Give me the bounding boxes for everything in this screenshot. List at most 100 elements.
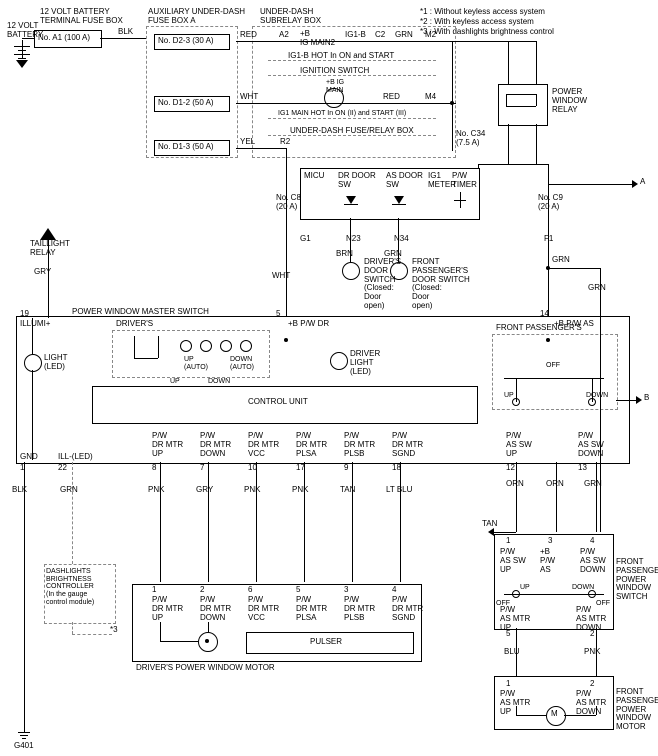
taillight-relay-icon (40, 228, 56, 240)
g401-label: G401 (14, 742, 34, 751)
fuse-d23: No. D2-3 (30 A) (158, 37, 214, 46)
term-illumi: ILLUMI+ (20, 320, 50, 329)
f1-label: F1 (544, 235, 553, 244)
mt-dr-mtr-sgnd: P/W DR MTR SGND (392, 596, 423, 622)
ps-4: 4 (590, 537, 594, 546)
term-22: 22 (58, 464, 67, 473)
front-pass-door-switch-label: FRONT PASSENGER'S DOOR SWITCH (Closed: D… (412, 258, 470, 311)
up-auto: UP (AUTO) (184, 356, 208, 371)
wiring-diagram: *1 : Without keyless access system *2 : … (0, 0, 658, 756)
n34-label: N34 (394, 235, 409, 244)
fuse-c9: No. C9 (20 A) (538, 194, 563, 212)
mt-6: 6 (248, 586, 252, 595)
wire-gry-tl: GRY (34, 268, 51, 277)
driver-light-led-icon (330, 352, 348, 370)
ignition-switch: IGNITION SWITCH (300, 67, 369, 76)
light-led-label: LIGHT (LED) (44, 354, 68, 372)
up-label: UP (170, 378, 180, 386)
ps-b2: 2 (590, 630, 594, 639)
wire-orn-2: ORN (546, 480, 564, 489)
pin-m2: M2 (425, 31, 436, 40)
light-led-icon (24, 354, 42, 372)
auto-sw-icon-2 (200, 340, 212, 352)
wire-pnk-1: PNK (148, 486, 164, 495)
battery-ground-icon (16, 60, 28, 68)
term-ill-led: ILL-(LED) (58, 453, 93, 462)
fuse-d13: No. D1-3 (50 A) (158, 143, 214, 152)
term-12: 12 (506, 464, 515, 473)
pin-m4: M4 (425, 93, 436, 102)
ig1-main-hot: IG1 MAIN HOT In ON (II) and START (III) (278, 110, 406, 118)
wire-grn-ill: GRN (60, 486, 78, 495)
pin-a2: A2 (279, 31, 289, 40)
mt-dr-mtr-plsb: P/W DR MTR PLSB (344, 596, 375, 622)
front-pass-door-switch-icon (390, 262, 408, 280)
pass-motor-title: FRONT PASSENGER'S POWER WINDOW MOTOR (616, 688, 658, 732)
sig-dr-mtr-sgnd: P/W DR MTR SGND (392, 432, 423, 458)
wire-wht-1: WHT (240, 93, 258, 102)
batt-label: 12 VOLT BATTERY (7, 22, 43, 40)
pm-2: 2 (590, 680, 594, 689)
as-door-sw: AS DOOR SW (386, 172, 423, 190)
ref-arrow-b (636, 396, 642, 404)
ps-contact-1 (512, 590, 520, 598)
power-window-relay-label: POWER WINDOW RELAY (552, 88, 587, 114)
mt-dr-mtr-vcc: P/W DR MTR VCC (248, 596, 279, 622)
drivers-label: DRIVER'S (116, 320, 153, 329)
pass-motor-m: M (551, 710, 558, 719)
wire-pnk-p: PNK (584, 648, 600, 657)
wire-grn-top: GRN (395, 31, 413, 40)
driver-light-led-label: DRIVER LIGHT (LED) (350, 350, 380, 376)
g1-label: G1 (300, 235, 311, 244)
mt-dr-mtr-plsa: P/W DR MTR PLSA (296, 596, 327, 622)
underdash-fuse-relay: UNDER-DASH FUSE/RELAY BOX (290, 127, 414, 136)
master-switch-title: POWER WINDOW MASTER SWITCH (72, 308, 209, 317)
pm-as-mtr-down: P/W AS MTR DOWN (576, 690, 606, 716)
ref-a: A (640, 178, 645, 187)
dr-door-sw: DR DOOR SW (338, 172, 376, 190)
auto-sw-icon-3 (220, 340, 232, 352)
sig-dr-mtr-up: P/W DR MTR UP (152, 432, 183, 458)
sig-as-sw-up: P/W AS SW UP (506, 432, 532, 458)
auto-sw-icon-4 (240, 340, 252, 352)
wire-red-m4: RED (383, 93, 400, 102)
pin-r2: R2 (280, 138, 290, 147)
micu-title: MICU (304, 172, 324, 181)
pass-switch-title: FRONT PASSENGER'S POWER WINDOW SWITCH (616, 558, 658, 602)
mt-5: 5 (296, 586, 300, 595)
dashlights-ctrl-label: DASHLIGHTS BRIGHTNESS CONTROLLER (In the… (46, 568, 94, 606)
wire-ltblu: LT BLU (386, 486, 412, 495)
subrelay-title: UNDER-DASH SUBRELAY BOX (260, 8, 321, 26)
down-label: DOWN (208, 378, 230, 386)
fuse-d12: No. D1-2 (50 A) (158, 99, 214, 108)
fp-contact-1 (512, 398, 520, 406)
ig1-b-label: IG1-B (345, 31, 366, 40)
sig-dr-mtr-plsb: P/W DR MTR PLSB (344, 432, 375, 458)
wire-gry-1: GRY (196, 486, 213, 495)
mt-4: 4 (392, 586, 396, 595)
mt-dr-mtr-up: P/W DR MTR UP (152, 596, 183, 622)
wire-brn: BRN (336, 250, 353, 259)
aux-fuse-box-title: AUXILIARY UNDER-DASH FUSE BOX A (148, 8, 245, 26)
ref-b: B (644, 394, 649, 403)
ps-up: UP (520, 584, 530, 592)
n23-label: N23 (346, 235, 361, 244)
mt-2: 2 (200, 586, 204, 595)
wire-wht-2: WHT (272, 272, 290, 281)
wire-grn-f1: GRN (552, 256, 570, 265)
sig-dr-mtr-down: P/W DR MTR DOWN (200, 432, 231, 458)
wire-blk-gnd: BLK (12, 486, 27, 495)
pw-timer: P/W TIMER (452, 172, 477, 190)
fuse-a1: No. A1 (100 A) (38, 34, 90, 43)
sig-dr-mtr-plsa: P/W DR MTR PLSA (296, 432, 327, 458)
term-gnd: GND (20, 453, 38, 462)
fp-off: OFF (546, 362, 560, 370)
ref-arrow-a (632, 180, 638, 188)
ig1b-hot: IG1-B HOT In ON and START (288, 52, 394, 61)
diode-1-icon (346, 196, 356, 204)
control-unit-label: CONTROL UNIT (248, 398, 308, 407)
wire-pnk-3: PNK (292, 486, 308, 495)
driver-door-switch-icon (342, 262, 360, 280)
mt-3: 3 (344, 586, 348, 595)
front-pass-label: FRONT PASSENGER'S (496, 324, 582, 333)
